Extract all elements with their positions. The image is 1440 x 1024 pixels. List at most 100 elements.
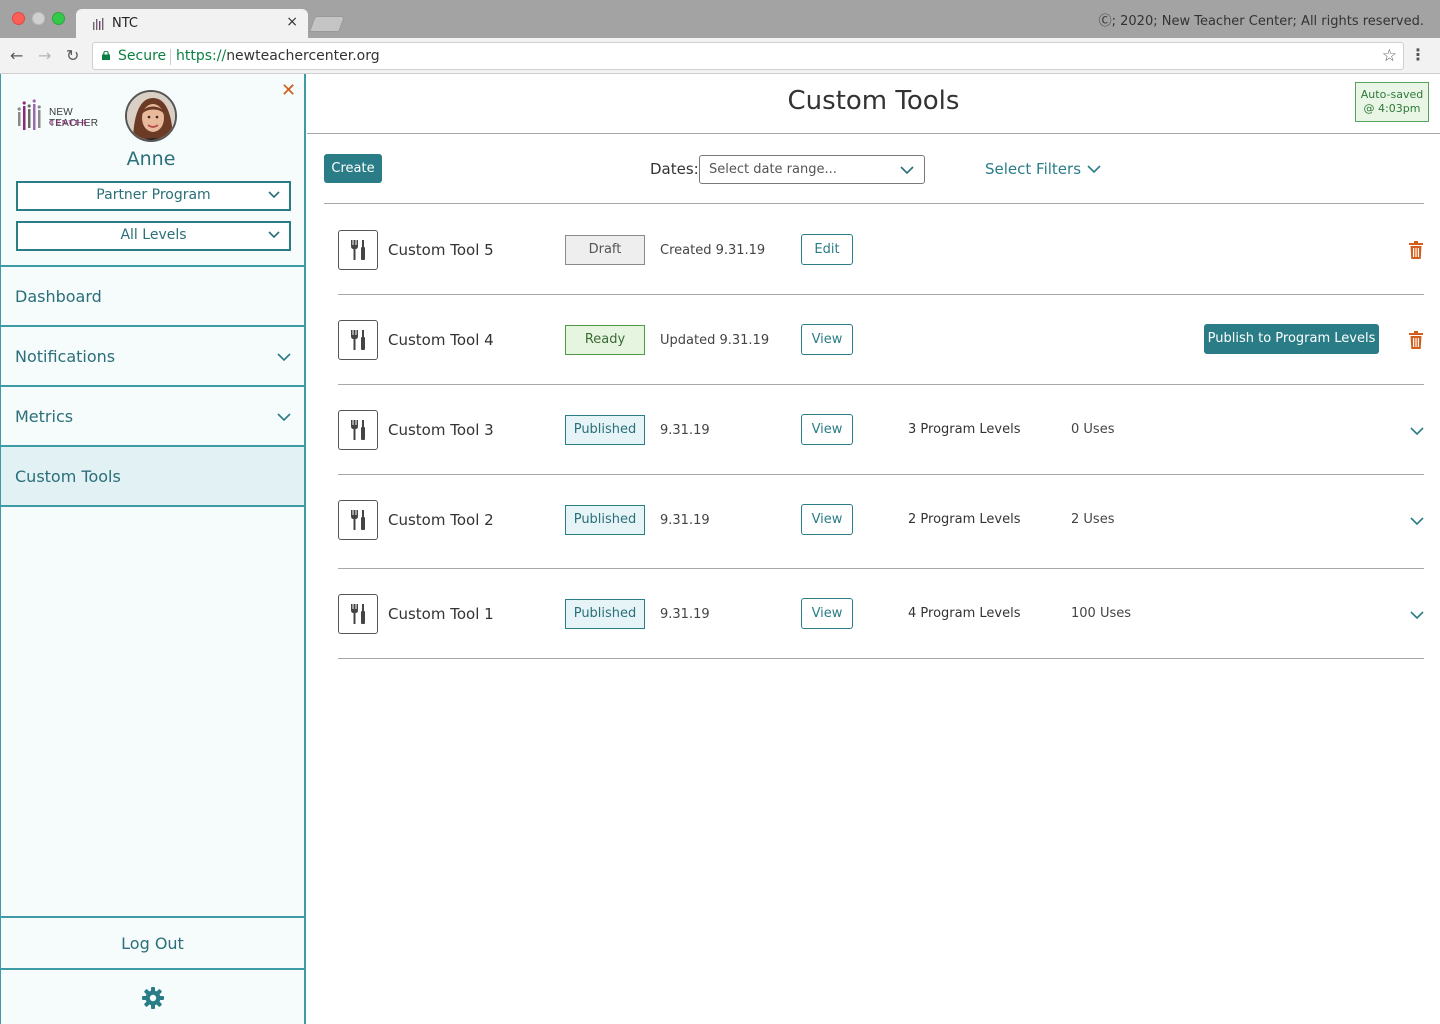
view-button[interactable]: View bbox=[801, 504, 853, 535]
status-badge: Draft bbox=[565, 235, 645, 265]
tools-icon bbox=[338, 594, 378, 634]
ntc-logo: NEW TEACHER CENTER bbox=[17, 98, 117, 132]
gear-icon bbox=[142, 987, 164, 1009]
autosave-label: Auto-saved bbox=[1360, 88, 1424, 101]
browser-menu-icon[interactable]: ⋮ bbox=[1410, 46, 1426, 64]
sidebar: ✕ NEW TEACHER CENTER Anne Partner Progra… bbox=[0, 74, 306, 1024]
sidebar-item-metrics[interactable]: Metrics bbox=[1, 385, 304, 445]
tool-row: Custom Tool 1 Published 9.31.19 View 4 P… bbox=[338, 569, 1424, 659]
tool-name: Custom Tool 2 bbox=[388, 511, 494, 529]
edit-button[interactable]: Edit bbox=[801, 234, 853, 265]
logout-label: Log Out bbox=[121, 934, 184, 953]
chevron-down-icon bbox=[277, 413, 291, 422]
chevron-down-icon bbox=[277, 353, 291, 362]
tool-row: Custom Tool 3 Published 9.31.19 View 3 P… bbox=[338, 385, 1424, 475]
date-range-select[interactable]: Select date range... bbox=[699, 155, 925, 184]
logo-text-line2: CENTER bbox=[49, 119, 88, 127]
status-badge: Published bbox=[565, 415, 645, 445]
view-button[interactable]: View bbox=[801, 598, 853, 629]
maximize-window-button[interactable] bbox=[52, 12, 65, 25]
browser-tab[interactable]: NTC × bbox=[76, 9, 308, 38]
select-filters-button[interactable]: Select Filters bbox=[985, 160, 1101, 178]
status-badge: Published bbox=[565, 599, 645, 629]
chevron-down-icon[interactable] bbox=[1409, 607, 1425, 623]
program-levels-count: 3 Program Levels bbox=[908, 422, 1021, 437]
forward-icon[interactable]: → bbox=[38, 47, 51, 65]
chevron-down-icon bbox=[1087, 164, 1101, 173]
address-bar[interactable]: Secure https://newteachercenter.org ☆ bbox=[92, 42, 1404, 70]
tools-icon bbox=[338, 500, 378, 540]
trash-icon[interactable] bbox=[1408, 331, 1424, 349]
tool-date: 9.31.19 bbox=[660, 513, 710, 528]
user-portrait-icon bbox=[127, 92, 175, 140]
close-window-button[interactable] bbox=[12, 12, 25, 25]
sidebar-item-notifications[interactable]: Notifications bbox=[1, 325, 304, 385]
logout-button[interactable]: Log Out bbox=[1, 916, 304, 970]
uses-count: 100 Uses bbox=[1071, 606, 1132, 621]
view-button[interactable]: View bbox=[801, 414, 853, 445]
back-icon[interactable]: ← bbox=[10, 47, 23, 65]
user-name: Anne bbox=[126, 148, 176, 170]
sidebar-item-label: Custom Tools bbox=[15, 467, 121, 486]
sidebar-item-label: Dashboard bbox=[15, 287, 102, 306]
browser-toolbar: ← → ↻ Secure https://newteachercenter.or… bbox=[0, 38, 1440, 74]
chevron-down-icon bbox=[268, 191, 280, 199]
trash-icon[interactable] bbox=[1408, 241, 1424, 259]
tools-icon bbox=[338, 230, 378, 270]
status-badge: Ready bbox=[565, 325, 645, 355]
program-levels-count: 4 Program Levels bbox=[908, 606, 1021, 621]
ntc-logo-mark-icon bbox=[17, 99, 41, 130]
tool-date: Created 9.31.19 bbox=[660, 243, 766, 258]
autosave-badge: Auto-saved @ 4:03pm bbox=[1355, 82, 1429, 122]
tool-date: 9.31.19 bbox=[660, 423, 710, 438]
tool-name: Custom Tool 1 bbox=[388, 605, 494, 623]
new-tab-button[interactable] bbox=[309, 16, 345, 32]
tools-icon bbox=[338, 320, 378, 360]
sidebar-nav: Dashboard Notifications Metrics Custom T… bbox=[1, 265, 304, 507]
tool-date: Updated 9.31.19 bbox=[660, 333, 770, 348]
tool-name: Custom Tool 5 bbox=[388, 241, 494, 259]
tools-icon bbox=[338, 410, 378, 450]
autosave-time: @ 4:03pm bbox=[1363, 102, 1421, 115]
tab-close-icon[interactable]: × bbox=[286, 14, 298, 30]
create-button[interactable]: Create bbox=[324, 154, 382, 183]
select-filters-label: Select Filters bbox=[985, 160, 1082, 178]
sidebar-item-label: Notifications bbox=[15, 347, 116, 366]
ntc-favicon-icon bbox=[93, 18, 104, 30]
reload-icon[interactable]: ↻ bbox=[66, 47, 79, 65]
uses-count: 0 Uses bbox=[1071, 422, 1115, 437]
sidebar-divider bbox=[1, 505, 304, 507]
chevron-down-icon[interactable] bbox=[1409, 423, 1425, 439]
sidebar-item-label: Metrics bbox=[15, 407, 74, 426]
tool-date: 9.31.19 bbox=[660, 607, 710, 622]
level-select[interactable]: All Levels bbox=[16, 221, 291, 251]
program-select-value: Partner Program bbox=[96, 187, 211, 203]
program-select[interactable]: Partner Program bbox=[16, 181, 291, 211]
view-button[interactable]: View bbox=[801, 324, 853, 355]
close-sidebar-icon[interactable]: ✕ bbox=[281, 80, 296, 101]
copyright-text: Ⓒ; 2020; New Teacher Center; All rights … bbox=[1098, 14, 1424, 29]
page-header: Custom Tools Auto-saved @ 4:03pm bbox=[307, 74, 1440, 134]
uses-count: 2 Uses bbox=[1071, 512, 1115, 527]
sidebar-item-custom-tools[interactable]: Custom Tools bbox=[1, 445, 304, 505]
dates-label: Dates: bbox=[650, 160, 699, 178]
tool-row: Custom Tool 4 Ready Updated 9.31.19 View… bbox=[338, 295, 1424, 385]
settings-button[interactable] bbox=[1, 968, 304, 1024]
tool-name: Custom Tool 3 bbox=[388, 421, 494, 439]
tool-row: Custom Tool 5 Draft Created 9.31.19 Edit bbox=[338, 204, 1424, 295]
url-text: https://newteachercenter.org bbox=[176, 48, 380, 64]
minimize-window-button[interactable] bbox=[32, 12, 45, 25]
user-avatar[interactable] bbox=[125, 90, 177, 142]
lock-icon bbox=[102, 51, 110, 60]
chevron-down-icon bbox=[900, 166, 914, 175]
tool-row: Custom Tool 2 Published 9.31.19 View 2 P… bbox=[338, 475, 1424, 569]
sidebar-item-dashboard[interactable]: Dashboard bbox=[1, 265, 304, 325]
publish-button[interactable]: Publish to Program Levels bbox=[1204, 324, 1379, 354]
chevron-down-icon[interactable] bbox=[1409, 513, 1425, 529]
level-select-value: All Levels bbox=[120, 227, 187, 243]
program-levels-count: 2 Program Levels bbox=[908, 512, 1021, 527]
bookmark-star-icon[interactable]: ☆ bbox=[1382, 46, 1397, 66]
tool-name: Custom Tool 4 bbox=[388, 331, 494, 349]
secure-label: Secure bbox=[118, 48, 167, 64]
status-badge: Published bbox=[565, 505, 645, 535]
